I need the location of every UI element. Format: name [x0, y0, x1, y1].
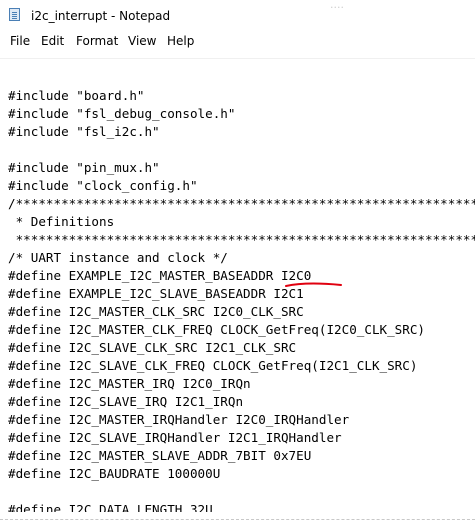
menu-help[interactable]: Help: [167, 34, 194, 48]
code-line: #define I2C_MASTER_IRQHandler I2C0_IRQHa…: [8, 412, 350, 427]
code-line: #define I2C_DATA_LENGTH 32U: [8, 502, 213, 512]
code-line: /***************************************…: [8, 196, 475, 211]
menu-view[interactable]: View: [128, 34, 156, 48]
window-title: i2c_interrupt - Notepad: [31, 9, 171, 23]
code-line: #define EXAMPLE_I2C_SLAVE_BASEADDR I2C1: [8, 286, 304, 301]
code-line: #define I2C_SLAVE_CLK_SRC I2C1_CLK_SRC: [8, 340, 297, 355]
window-bottom-edge: [0, 519, 475, 521]
annotation-underline: [285, 282, 342, 287]
code-line: /* UART instance and clock */: [8, 250, 228, 265]
code-line: ****************************************…: [15, 232, 475, 247]
menu-file[interactable]: File: [10, 34, 30, 48]
code-line: #include "fsl_i2c.h": [8, 124, 160, 139]
code-line: * Definitions: [8, 214, 115, 229]
code-line: #define I2C_MASTER_IRQ I2C0_IRQn: [8, 376, 251, 391]
code-text[interactable]: #include "board.h" #include "fsl_debug_c…: [8, 69, 475, 512]
code-line: #define I2C_SLAVE_IRQHandler I2C1_IRQHan…: [8, 430, 342, 445]
notepad-icon: [9, 8, 20, 21]
code-line: #include "board.h": [8, 88, 145, 103]
code-line: #define I2C_SLAVE_CLK_FREQ CLOCK_GetFreq…: [8, 358, 418, 373]
code-line: #include "fsl_debug_console.h": [8, 106, 236, 121]
background-text: ....: [330, 0, 344, 11]
code-line: #define I2C_MASTER_CLK_SRC I2C0_CLK_SRC: [8, 304, 304, 319]
code-line: #define EXAMPLE_I2C_MASTER_BASEADDR I2C0: [8, 268, 312, 283]
title-bar[interactable]: i2c_interrupt - Notepad ....: [0, 0, 475, 30]
code-line: #define I2C_BAUDRATE 100000U: [8, 466, 221, 481]
menu-bar: File Edit Format View Help: [0, 33, 475, 53]
code-line: #include "clock_config.h": [8, 178, 198, 193]
code-line: #define I2C_MASTER_CLK_FREQ CLOCK_GetFre…: [8, 322, 426, 337]
menu-divider: [0, 58, 475, 59]
code-line: #define I2C_SLAVE_IRQ I2C1_IRQn: [8, 394, 244, 409]
code-line: #include "pin_mux.h": [8, 160, 160, 175]
code-line: #define I2C_MASTER_SLAVE_ADDR_7BIT 0x7EU: [8, 448, 312, 463]
text-editor-area[interactable]: #include "board.h" #include "fsl_debug_c…: [0, 62, 475, 512]
menu-format[interactable]: Format: [76, 34, 118, 48]
menu-edit[interactable]: Edit: [41, 34, 64, 48]
